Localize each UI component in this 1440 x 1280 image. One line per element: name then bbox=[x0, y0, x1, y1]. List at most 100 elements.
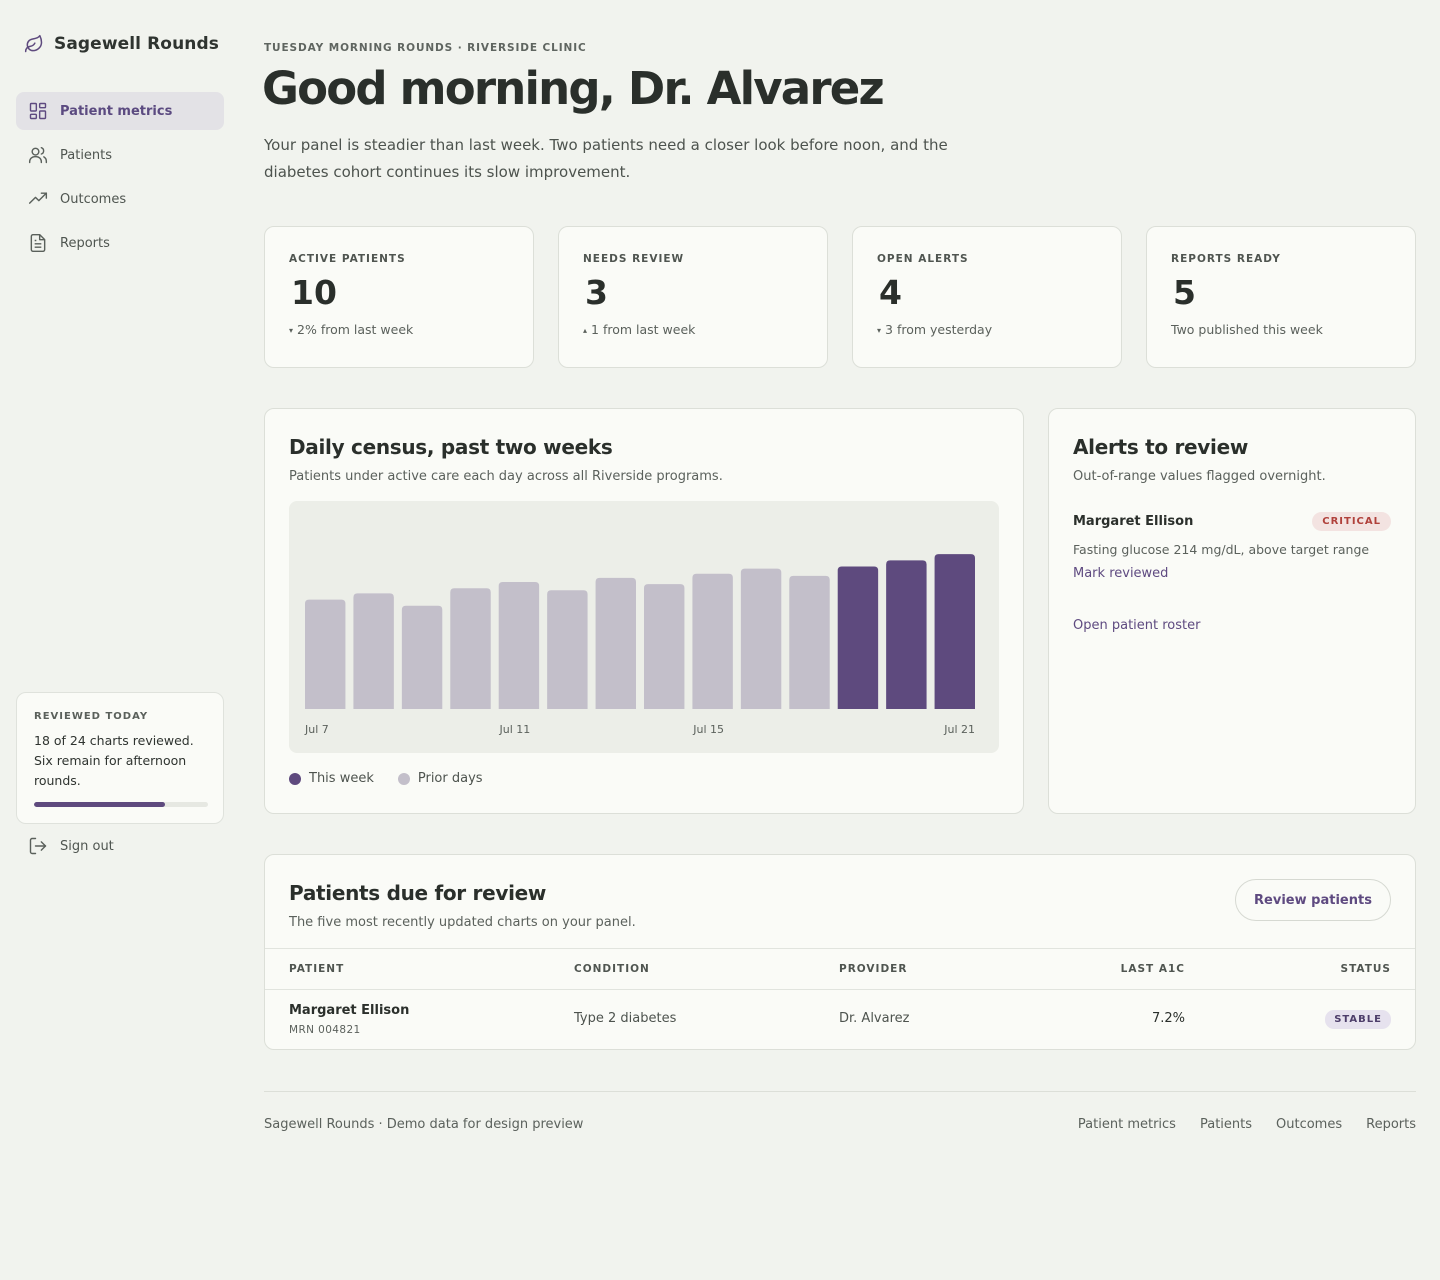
x-tick-label: Jul 11 bbox=[499, 723, 531, 736]
sidebar-item-label: Patients bbox=[60, 147, 113, 163]
trend-down-icon: ▾ bbox=[289, 326, 294, 335]
critical-badge: CRITICAL bbox=[1312, 512, 1391, 531]
census-bar[interactable] bbox=[595, 577, 636, 709]
footer-link-patient-metrics[interactable]: Patient metrics bbox=[1078, 1117, 1176, 1132]
stat-card-reports-ready: REPORTS READY 5 Two published this week bbox=[1146, 226, 1416, 368]
patient-provider: Dr. Alvarez bbox=[839, 1011, 910, 1026]
reviewed-text: 18 of 24 charts reviewed. Six remain for… bbox=[34, 733, 194, 788]
sidebar-item-outcomes[interactable]: Outcomes bbox=[16, 180, 224, 218]
sidebar: Sagewell Rounds Patient metrics Patients… bbox=[16, 0, 224, 1280]
stat-value: 4 bbox=[879, 273, 902, 312]
mark-reviewed-link[interactable]: Mark reviewed bbox=[1073, 566, 1168, 581]
stat-change: ▾ 2% from last week bbox=[289, 322, 509, 337]
alert-patient-name: Margaret Ellison bbox=[1073, 514, 1194, 529]
alert-item: Margaret Ellison CRITICAL bbox=[1073, 512, 1391, 531]
footer-link-patients[interactable]: Patients bbox=[1200, 1117, 1252, 1132]
census-description: Patients under active care each day acro… bbox=[289, 469, 723, 484]
census-bar[interactable] bbox=[837, 566, 879, 709]
patient-mrn: MRN 004821 bbox=[289, 1024, 361, 1036]
column-header-patient[interactable]: PATIENT bbox=[289, 963, 344, 975]
footer-links: Patient metrics Patients Outcomes Report… bbox=[1078, 1117, 1416, 1132]
alerts-title: Alerts to review bbox=[1073, 435, 1249, 459]
logout-icon bbox=[29, 837, 47, 855]
footer-link-outcomes[interactable]: Outcomes bbox=[1276, 1117, 1342, 1132]
table-row[interactable]: Margaret Ellison MRN 004821 Type 2 diabe… bbox=[265, 990, 1415, 1050]
sign-out-label: Sign out bbox=[60, 838, 114, 854]
census-bar[interactable] bbox=[401, 605, 443, 709]
sidebar-item-patient-metrics[interactable]: Patient metrics bbox=[16, 92, 224, 130]
status-badge: STABLE bbox=[1325, 1010, 1391, 1029]
reviewed-progress-bar bbox=[34, 802, 208, 807]
dashboard-icon bbox=[29, 102, 47, 120]
page-intro: Your panel is steadier than last week. T… bbox=[264, 136, 948, 181]
trending-up-icon bbox=[28, 192, 48, 204]
census-bar[interactable] bbox=[644, 584, 685, 709]
stat-label: OPEN ALERTS bbox=[877, 253, 969, 265]
stat-change-text: 1 from last week bbox=[591, 322, 696, 337]
census-bar[interactable] bbox=[740, 568, 782, 709]
alerts-panel: Alerts to review Out-of-range values fla… bbox=[1048, 408, 1416, 814]
legend-this-week: This week bbox=[289, 771, 374, 786]
sidebar-nav: Patient metrics Patients Outcomes Report… bbox=[16, 92, 224, 268]
column-header-last-a1c[interactable]: LAST A1C bbox=[1121, 963, 1185, 975]
stat-card-needs-review: NEEDS REVIEW 3 ▴ 1 from last week bbox=[558, 226, 828, 368]
census-bar[interactable] bbox=[692, 573, 733, 709]
sidebar-item-reports[interactable]: Reports bbox=[16, 224, 224, 262]
reviewed-today-card: REVIEWED TODAY 18 of 24 charts reviewed.… bbox=[16, 692, 224, 824]
census-bar[interactable] bbox=[934, 554, 975, 709]
stat-value: 5 bbox=[1173, 273, 1196, 312]
sidebar-item-patients[interactable]: Patients bbox=[16, 136, 224, 174]
stat-value: 3 bbox=[585, 273, 608, 312]
column-header-provider[interactable]: PROVIDER bbox=[839, 963, 907, 975]
brand[interactable]: Sagewell Rounds bbox=[24, 34, 219, 54]
users-icon bbox=[28, 146, 48, 164]
legend-dot-this-week bbox=[289, 772, 301, 785]
sidebar-item-label: Outcomes bbox=[60, 191, 127, 207]
chart-legend: This week Prior days bbox=[289, 771, 483, 786]
document-icon bbox=[30, 233, 46, 253]
census-panel: Daily census, past two weeks Patients un… bbox=[264, 408, 1024, 814]
alerts-description: Out-of-range values flagged overnight. bbox=[1073, 469, 1326, 484]
stat-change: Two published this week bbox=[1171, 322, 1323, 337]
stat-value: 10 bbox=[291, 273, 337, 312]
census-bar[interactable] bbox=[789, 575, 830, 709]
trend-up-icon: ▴ bbox=[583, 326, 588, 335]
leaf-icon bbox=[24, 34, 43, 53]
table-header: PATIENT CONDITION PROVIDER LAST A1C STAT… bbox=[265, 948, 1415, 990]
census-bar[interactable] bbox=[886, 560, 927, 709]
review-patients-button[interactable]: Review patients bbox=[1235, 879, 1391, 921]
footer-link-reports[interactable]: Reports bbox=[1366, 1117, 1416, 1132]
reviewed-progress-fill bbox=[34, 802, 165, 807]
patients-panel: Patients due for review The five most re… bbox=[264, 854, 1416, 1050]
alert-detail: Fasting glucose 214 mg/dL, above target … bbox=[1073, 542, 1370, 557]
patient-last-a1c: 7.2% bbox=[1151, 1011, 1185, 1026]
reviewed-eyebrow: REVIEWED TODAY bbox=[34, 711, 149, 722]
stat-card-active-patients: ACTIVE PATIENTS 10 ▾ 2% from last week bbox=[264, 226, 534, 368]
open-patient-roster-link[interactable]: Open patient roster bbox=[1073, 618, 1200, 633]
stat-change-text: 2% from last week bbox=[297, 322, 414, 337]
census-chart-svg: Jul 7 Jul 11 Jul 15 Jul 21 bbox=[304, 554, 975, 736]
census-chart: Jul 7 Jul 11 Jul 15 Jul 21 bbox=[289, 501, 999, 753]
stat-change: ▴ 1 from last week bbox=[583, 322, 803, 337]
legend-label: Prior days bbox=[417, 771, 483, 786]
census-bar[interactable] bbox=[450, 588, 491, 709]
x-tick-label: Jul 15 bbox=[692, 723, 724, 736]
census-bar[interactable] bbox=[547, 590, 588, 709]
census-bar[interactable] bbox=[353, 593, 394, 709]
patient-condition: Type 2 diabetes bbox=[574, 1011, 677, 1026]
x-tick-label: Jul 7 bbox=[304, 723, 329, 736]
census-bar[interactable] bbox=[305, 599, 346, 709]
column-header-condition[interactable]: CONDITION bbox=[574, 963, 650, 975]
legend-dot-prior-days bbox=[397, 772, 410, 785]
patients-description: The five most recently updated charts on… bbox=[289, 915, 636, 930]
census-bar[interactable] bbox=[498, 582, 540, 709]
patient-name[interactable]: Margaret Ellison bbox=[289, 1003, 409, 1018]
column-header-status[interactable]: STATUS bbox=[1341, 963, 1391, 975]
page-eyebrow: TUESDAY MORNING ROUNDS · RIVERSIDE CLINI… bbox=[264, 42, 587, 54]
sidebar-item-label: Reports bbox=[60, 235, 110, 251]
stat-label: REPORTS READY bbox=[1171, 253, 1281, 265]
stat-label: NEEDS REVIEW bbox=[583, 253, 685, 265]
footer-text: Sagewell Rounds · Demo data for design p… bbox=[264, 1117, 584, 1132]
stat-change: ▾ 3 from yesterday bbox=[877, 322, 1097, 337]
sign-out-button[interactable]: Sign out bbox=[28, 836, 114, 856]
